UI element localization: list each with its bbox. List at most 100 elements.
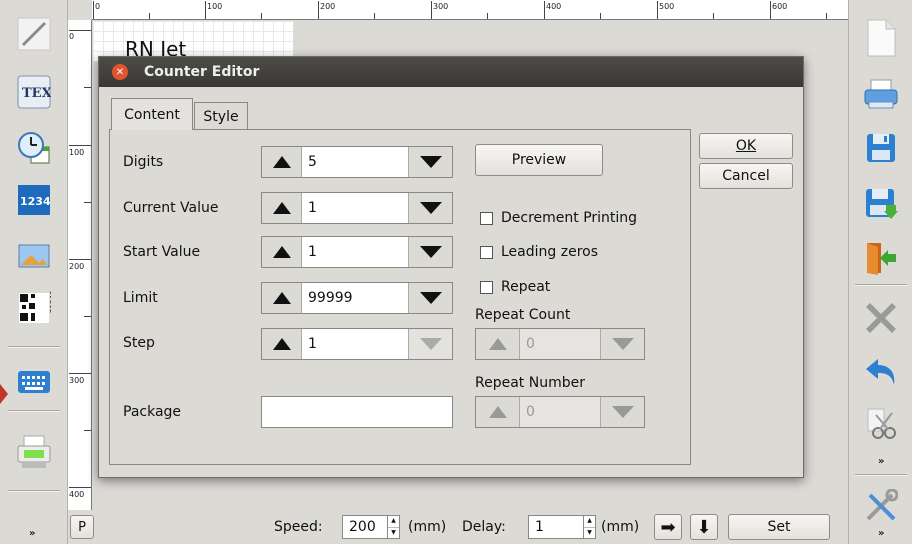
decrement-button[interactable] — [600, 397, 644, 427]
decrement-button[interactable] — [408, 147, 452, 177]
delay-spinbox[interactable]: 1 ▲ ▼ — [528, 515, 596, 539]
speed-spinbox[interactable]: 200 ▲ ▼ — [342, 515, 400, 539]
leading-zeros-checkbox[interactable]: Leading zeros — [480, 244, 598, 260]
decrement-button[interactable] — [408, 237, 452, 267]
x-icon[interactable] — [861, 298, 901, 338]
delay-unit: (mm) — [601, 519, 640, 535]
keyboard-icon[interactable] — [16, 364, 52, 400]
chevron-down-icon[interactable]: » — [878, 528, 884, 539]
decrement-button[interactable] — [408, 283, 452, 313]
chevron-down-icon[interactable]: » — [878, 456, 884, 467]
checkbox-box[interactable] — [480, 245, 493, 259]
repeat-count-spinbox[interactable]: 0 — [475, 328, 645, 360]
speed-value: 200 — [349, 519, 376, 535]
increment-button[interactable] — [262, 193, 302, 223]
arrow-up-icon — [272, 338, 291, 350]
step-spinbox[interactable]: 1 — [261, 328, 453, 360]
package-label: Package — [123, 404, 182, 420]
start-value-label: Start Value — [123, 244, 201, 260]
increment-button[interactable] — [262, 237, 302, 267]
tex-icon[interactable]: TEX — [16, 74, 52, 110]
p-button[interactable]: P — [70, 515, 94, 539]
digits-value[interactable]: 5 — [302, 154, 408, 170]
svg-text:1234: 1234 — [20, 195, 51, 208]
ruler-label: 100 — [207, 2, 223, 11]
undo-arrow-icon[interactable] — [861, 352, 901, 392]
increment-button[interactable] — [262, 283, 302, 313]
arrow-up-icon — [272, 156, 291, 168]
decrement-button[interactable] — [600, 329, 644, 359]
right-arrow-icon: ➡ — [660, 516, 676, 538]
current-value-value[interactable]: 1 — [302, 200, 408, 216]
digits-spinbox[interactable]: 5 — [261, 146, 453, 178]
new-document-icon[interactable] — [861, 18, 901, 58]
vertical-ruler: 0 100 200 300 400 — [68, 20, 92, 510]
delay-label: Delay: — [462, 519, 506, 535]
package-input[interactable] — [261, 396, 453, 428]
canvas-grid — [93, 21, 293, 61]
arrow-down-icon — [419, 292, 442, 304]
start-value-value[interactable]: 1 — [302, 244, 408, 260]
step-value[interactable]: 1 — [302, 336, 408, 352]
scissors-icon[interactable] — [861, 404, 901, 444]
limit-label: Limit — [123, 290, 158, 306]
exit-door-icon[interactable] — [861, 238, 901, 278]
repeat-checkbox[interactable]: Repeat — [480, 279, 550, 295]
tab-style[interactable]: Style — [194, 102, 248, 130]
increment-button[interactable] — [262, 147, 302, 177]
down-arrow-icon: ⬇ — [696, 516, 712, 538]
spin-arrows-icon[interactable]: ▲ ▼ — [387, 516, 399, 538]
floppy-download-icon[interactable] — [861, 184, 901, 224]
increment-button[interactable] — [262, 329, 302, 359]
arrow-down-icon — [611, 406, 634, 418]
spin-arrows-icon[interactable]: ▲ ▼ — [583, 516, 595, 538]
ruler-label: 100 — [69, 148, 85, 157]
ruler-label: 200 — [320, 2, 336, 11]
floppy-icon[interactable] — [861, 128, 901, 168]
limit-spinbox[interactable]: 99999 — [261, 282, 453, 314]
clock-calendar-icon[interactable] — [16, 130, 52, 166]
tab-content[interactable]: Content — [111, 98, 193, 130]
repeat-number-value: 0 — [526, 404, 535, 420]
tools-icon[interactable] — [861, 486, 901, 526]
limit-value[interactable]: 99999 — [302, 290, 408, 306]
counter-icon[interactable]: 1234 — [16, 182, 52, 218]
arrow-up-icon — [488, 338, 507, 350]
pencil-line-icon[interactable] — [16, 16, 52, 52]
decrement-button[interactable] — [408, 193, 452, 223]
counter-editor-dialog: ✕ Counter Editor Content Style Digits 5 … — [98, 56, 804, 478]
printer-icon[interactable] — [16, 434, 52, 470]
arrow-up-icon — [272, 292, 291, 304]
ok-button[interactable]: OK — [699, 133, 793, 159]
ruler-label: 400 — [546, 2, 562, 11]
image-icon[interactable] — [16, 238, 52, 274]
preview-button[interactable]: Preview — [475, 144, 603, 176]
increment-button[interactable] — [476, 397, 520, 427]
current-value-spinbox[interactable]: 1 — [261, 192, 453, 224]
step-label: Step — [123, 335, 155, 351]
cancel-button[interactable]: Cancel — [699, 163, 793, 189]
arrow-up-icon — [488, 406, 507, 418]
print-icon[interactable] — [861, 74, 901, 114]
decrement-button[interactable] — [408, 329, 452, 359]
set-button[interactable]: Set — [728, 514, 830, 540]
decrement-printing-checkbox[interactable]: Decrement Printing — [480, 210, 637, 226]
dialog-title: Counter Editor — [144, 64, 260, 80]
right-arrow-button[interactable]: ➡ — [654, 514, 682, 540]
checkbox-box[interactable] — [480, 211, 493, 225]
start-value-spinbox[interactable]: 1 — [261, 236, 453, 268]
down-arrow-button[interactable]: ⬇ — [690, 514, 718, 540]
ruler-label: 0 — [69, 32, 75, 41]
repeat-number-spinbox[interactable]: 0 — [475, 396, 645, 428]
close-icon[interactable]: ✕ — [112, 64, 128, 80]
qr-code-icon[interactable]: 21346 — [16, 290, 52, 326]
increment-button[interactable] — [476, 329, 520, 359]
svg-text:21346: 21346 — [49, 291, 51, 313]
ruler-label: 400 — [69, 490, 85, 499]
checkbox-box[interactable] — [480, 280, 493, 294]
dialog-titlebar[interactable]: ✕ Counter Editor — [99, 57, 803, 87]
chevron-down-icon[interactable]: » — [29, 528, 35, 539]
separator — [855, 284, 907, 286]
arrow-down-icon — [419, 246, 442, 258]
separator — [855, 474, 907, 476]
